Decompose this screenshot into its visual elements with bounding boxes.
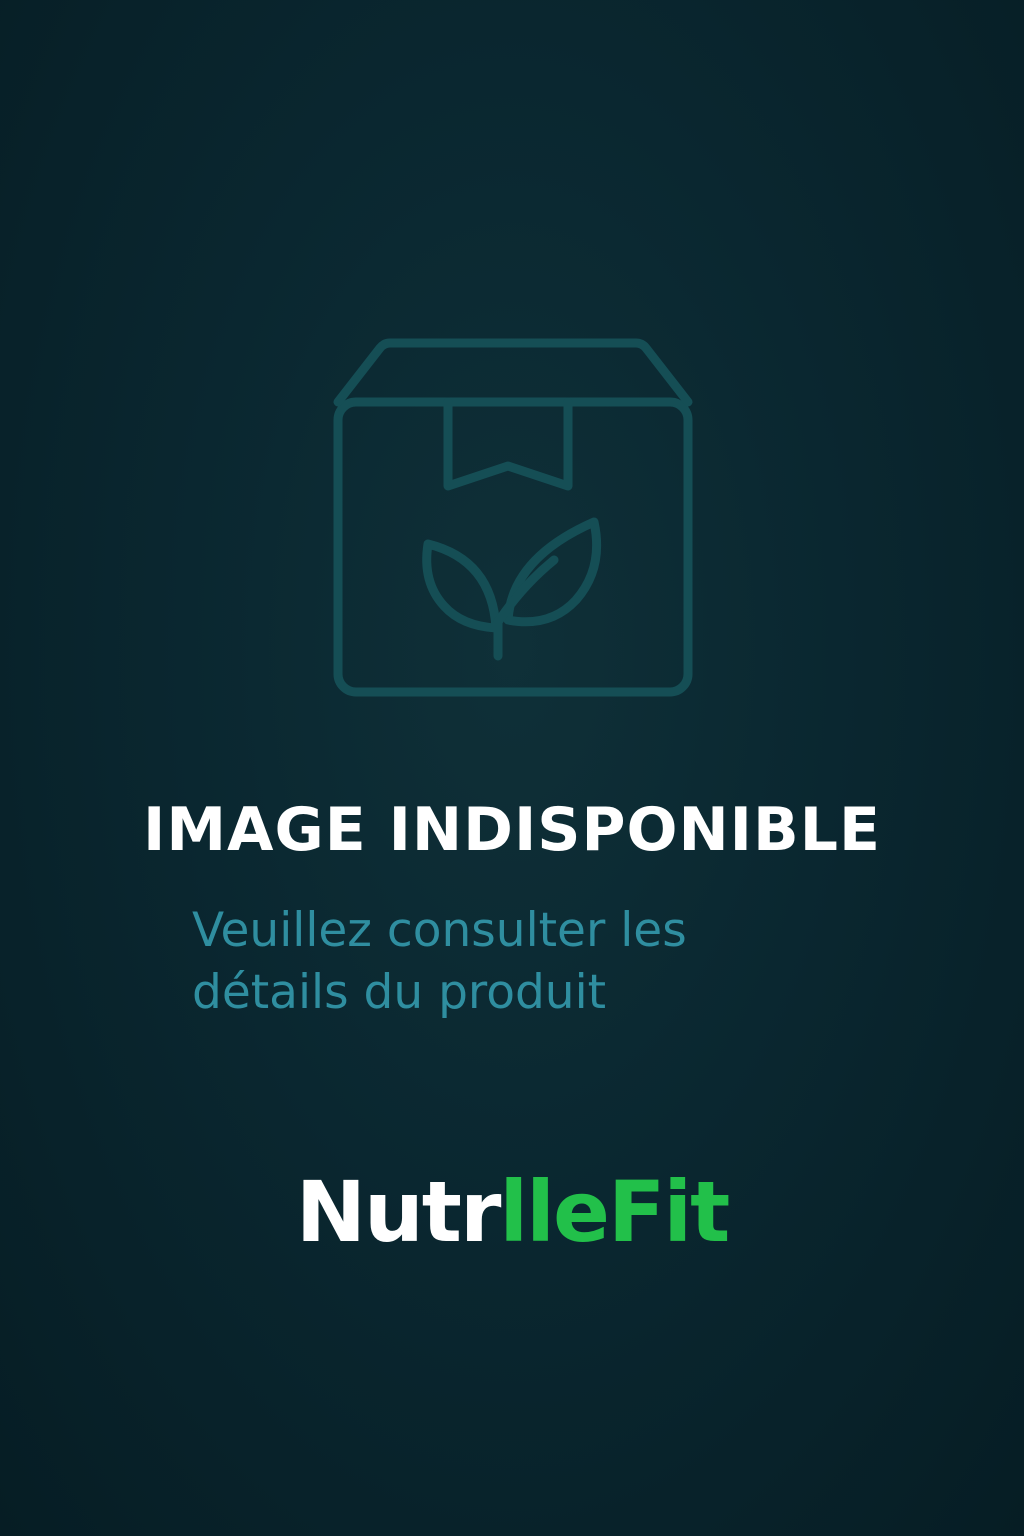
hint-line-1: Veuillez consulter les	[192, 903, 687, 958]
box-outline	[333, 397, 693, 697]
left-leaf	[422, 539, 501, 633]
box-with-leaf-icon	[333, 338, 693, 697]
hint-line-2: détails du produit	[192, 965, 607, 1020]
box-tape	[443, 397, 573, 491]
product-details-hint: Veuillez consulter les détails du produi…	[192, 900, 812, 1024]
box-lid	[333, 338, 693, 407]
brand-logo: NutrlleFit	[0, 1162, 1024, 1262]
image-unavailable-heading: IMAGE INDISPONIBLE	[143, 795, 881, 865]
brand-logo-part1: Nutr	[295, 1163, 502, 1261]
brand-logo-part2: lleFit	[499, 1163, 730, 1261]
right-leaf	[503, 517, 602, 627]
